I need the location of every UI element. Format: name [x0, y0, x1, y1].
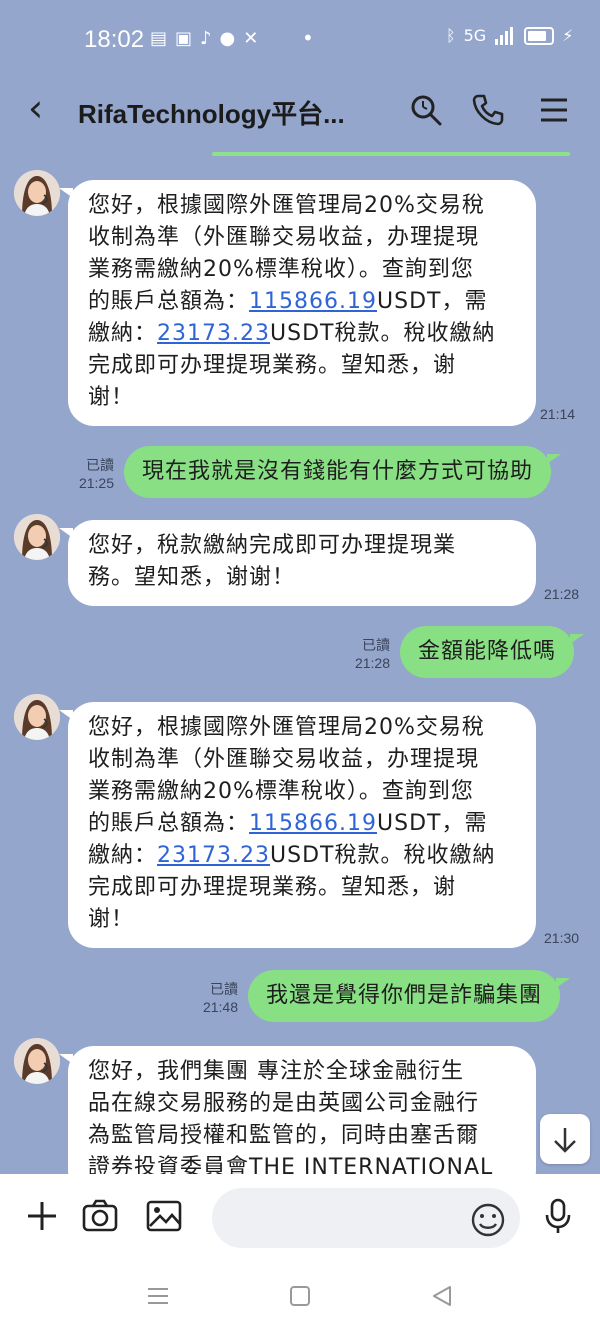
- phone-icon[interactable]: [470, 92, 506, 128]
- read-receipt: 已讀 21:25: [78, 457, 114, 491]
- search-icon[interactable]: [408, 92, 444, 128]
- system-nav-bar: [0, 1260, 600, 1333]
- message-line: 業務需繳納20%標準稅收）。查詢到您: [88, 257, 474, 282]
- message-bubble-incoming[interactable]: 您好，根據國際外匯管理局20%交易稅 收制為準（外匯聯交易收益，办理提現 業務需…: [59, 180, 536, 426]
- message-line: 的賬戶总額為：115866.19USDT，需: [88, 811, 488, 836]
- message-line: 完成即可办理提現業務。望知悉，谢: [88, 875, 457, 900]
- number-link[interactable]: 115866.19: [249, 811, 377, 836]
- plus-icon[interactable]: [22, 1196, 62, 1236]
- message-line: 谢！: [88, 907, 135, 932]
- message-time: 21:30: [544, 930, 580, 946]
- number-link[interactable]: 23173.23: [157, 321, 270, 346]
- bluetooth-icon: ᛒ: [446, 26, 456, 45]
- message-line: 的賬戶总額為：115866.19USDT，需: [88, 289, 488, 314]
- message-line: 收制為準（外匯聯交易收益，办理提現: [88, 225, 480, 250]
- message-line: 證券投資委員會THE INTERNATIONAL: [88, 1155, 494, 1174]
- message-line: 谢！: [88, 385, 135, 410]
- chat-notification-icon: ●: [219, 28, 236, 49]
- unread-divider: [212, 152, 570, 156]
- read-receipt: 已讀 21:48: [202, 981, 238, 1015]
- tiktok-icon: ♪: [200, 28, 212, 49]
- back-button[interactable]: ‹: [28, 88, 43, 128]
- message-line: 您好，根據國際外匯管理局20%交易稅: [88, 715, 485, 740]
- message-bubble-incoming[interactable]: 您好，我們集團 專注於全球金融衍生 品在線交易服務的是由英國公司金融行 為監管局…: [59, 1046, 536, 1174]
- emoji-icon[interactable]: [468, 1200, 508, 1240]
- system-status: ᛒ 5G ⚡: [446, 26, 573, 45]
- message-line: 務。望知悉，谢谢！: [88, 565, 296, 590]
- number-link[interactable]: 115866.19: [249, 289, 377, 314]
- signal-icon: [495, 26, 514, 45]
- recent-apps-icon[interactable]: [144, 1282, 172, 1310]
- message-bubble-outgoing[interactable]: 我還是覺得你們是詐騙集團: [248, 970, 571, 1022]
- message-bubble-outgoing[interactable]: 金額能降低嗎: [400, 626, 585, 678]
- message-time: 21:14: [540, 406, 576, 422]
- chat-area[interactable]: 您好，根據國際外匯管理局20%交易稅 收制為準（外匯聯交易收益，办理提現 業務需…: [0, 154, 600, 1174]
- agent-avatar[interactable]: [14, 514, 60, 560]
- message-line: 繳納：23173.23USDT稅款。稅收繳納: [88, 843, 496, 868]
- message-notification-icon: ▤: [150, 28, 168, 49]
- read-receipt: 已讀 21:28: [354, 637, 390, 671]
- agent-avatar[interactable]: [14, 694, 60, 740]
- message-input-bar: [0, 1174, 600, 1260]
- chat-header: ‹ RifaTechnology平台...: [0, 66, 600, 154]
- status-time: 18:02: [84, 26, 145, 53]
- arrow-down-icon: [554, 1128, 576, 1153]
- message-bubble-incoming[interactable]: 您好，稅款繳納完成即可办理提現業 務。望知悉，谢谢！: [59, 520, 536, 606]
- network-type: 5G: [463, 26, 487, 45]
- more-notifications-dot: •: [302, 26, 314, 50]
- message-line: 您好，稅款繳納完成即可办理提現業: [88, 533, 457, 558]
- image-icon[interactable]: [144, 1196, 184, 1236]
- back-nav-icon[interactable]: [428, 1282, 456, 1310]
- message-line: 為監管局授權和監管的，同時由塞舌爾: [88, 1123, 480, 1148]
- home-icon[interactable]: [286, 1282, 314, 1310]
- shop-notification-icon: ▣: [175, 28, 193, 49]
- notification-icons: ▤ ▣ ♪ ● ✕: [150, 28, 258, 49]
- camera-icon[interactable]: [80, 1196, 120, 1236]
- agent-avatar[interactable]: [14, 170, 60, 216]
- message-line: 收制為準（外匯聯交易收益，办理提現: [88, 747, 480, 772]
- number-link[interactable]: 23173.23: [157, 843, 270, 868]
- scroll-to-bottom-button[interactable]: [540, 1114, 590, 1164]
- message-bubble-incoming[interactable]: 您好，根據國際外匯管理局20%交易稅 收制為準（外匯聯交易收益，办理提現 業務需…: [59, 702, 536, 948]
- menu-icon[interactable]: [536, 92, 572, 128]
- message-line: 業務需繳納20%標準稅收）。查詢到您: [88, 779, 474, 804]
- message-line: 繳納：23173.23USDT稅款。稅收繳納: [88, 321, 496, 346]
- message-time: 21:28: [544, 586, 580, 602]
- battery-icon: [524, 26, 555, 45]
- message-line: 完成即可办理提現業務。望知悉，谢: [88, 353, 457, 378]
- status-bar: 18:02 ▤ ▣ ♪ ● ✕ • ᛒ 5G ⚡: [0, 0, 600, 66]
- agent-avatar[interactable]: [14, 1038, 60, 1084]
- microphone-icon[interactable]: [538, 1196, 578, 1236]
- charging-icon: ⚡: [562, 26, 574, 45]
- message-line: 您好，我們集團 專注於全球金融衍生: [88, 1059, 464, 1084]
- message-bubble-outgoing[interactable]: 現在我就是沒有錢能有什麼方式可協助: [124, 446, 562, 498]
- message-line: 品在線交易服務的是由英國公司金融行: [88, 1091, 480, 1116]
- app-notification-icon: ✕: [243, 28, 259, 49]
- message-line: 您好，根據國際外匯管理局20%交易稅: [88, 193, 485, 218]
- chat-title[interactable]: RifaTechnology平台...: [78, 94, 345, 131]
